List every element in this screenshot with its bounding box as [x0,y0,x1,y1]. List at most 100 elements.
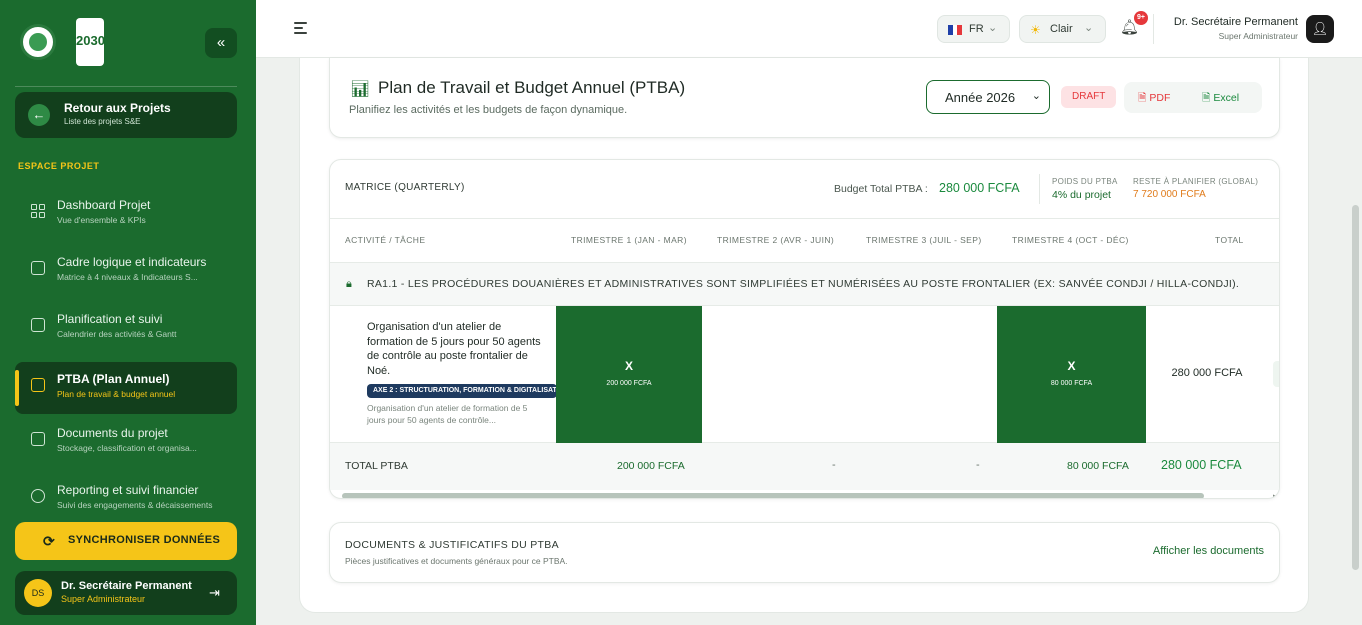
column-header: TRIMESTRE 1 (JAN - MAR) [571,235,687,245]
poids-label: POIDS DU PTBA [1052,177,1118,186]
user-role: Super Administrateur [61,594,146,604]
user-avatar-icon[interactable]: 👤︎ [1306,15,1334,43]
sidebar-item-title: Documents du projet [57,426,168,440]
ptba-header-card: 📊︎ Plan de Travail et Budget Annuel (PTB… [329,58,1280,138]
activity-description: Organisation d'un atelier de formation d… [367,403,528,425]
section-label: ESPACE PROJET [18,161,100,171]
back-to-projects-button[interactable]: ← Retour aux Projets Liste des projets S… [15,92,237,138]
column-header: TRIMESTRE 2 (AVR - JUIN) [717,235,835,245]
back-title: Retour aux Projets [64,101,171,115]
sidebar-item-dashboard[interactable]: Dashboard Projet Vue d'ensemble & KPIs [15,188,237,240]
show-documents-link[interactable]: Afficher les documents [1153,545,1264,557]
sidebar-item-ptba[interactable]: PTBA (Plan Annuel) Plan de travail & bud… [15,362,237,414]
collapse-sidebar-button[interactable]: « [205,28,237,58]
total-q3: - [976,459,980,471]
quarter-cell-q3[interactable] [850,306,997,443]
language-selector[interactable]: FR ⌄ [937,15,1010,43]
menu-icon[interactable] [294,22,307,34]
total-q4: 80 000 FCFA [1067,460,1129,472]
export-pdf-button[interactable]: 🗎︎ PDF [1138,90,1170,108]
total-label: TOTAL PTBA [345,460,408,472]
scroll-right-arrow-icon[interactable]: ▸ [1273,492,1277,498]
vertical-scrollbar[interactable] [1352,205,1359,570]
topbar-user-name: Dr. Secrétaire Permanent [1173,16,1298,28]
column-header: TRIMESTRE 4 (OCT - DÉC) [1012,235,1129,245]
user-name: Dr. Secrétaire Permanent [61,580,192,592]
row-action-edge[interactable] [1273,361,1279,387]
france-flag-icon [948,25,963,35]
horizontal-scrollbar[interactable] [342,493,1204,498]
sidebar-item-title: Planification et suivi [57,312,163,326]
table-header: ACTIVITÉ / TÂCHE TRIMESTRE 1 (JAN - MAR)… [330,218,1279,262]
total-q2: - [832,459,836,471]
matrix-label: MATRICE (QUARTERLY) [345,182,465,193]
activity-title: Organisation d'un atelier de formation d… [367,321,541,377]
sidebar-item-logframe[interactable]: Cadre logique et indicateurs Matrice à 4… [15,245,237,297]
sidebar-item-planning[interactable]: Planification et suivi Calendrier des ac… [15,302,237,354]
sidebar-divider [15,86,237,87]
sidebar: 2030 « ← Retour aux Projets Liste des pr… [0,0,256,625]
sidebar-item-title: Cadre logique et indicateurs [57,255,207,269]
quarter-amount: 80 000 FCFA [1050,380,1093,387]
sidebar-item-subtitle: Plan de travail & budget annuel [57,389,176,399]
quarter-cell-q4[interactable]: X 80 000 FCFA [997,306,1146,443]
total-q1: 200 000 FCFA [617,460,685,472]
documents-card: DOCUMENTS & JUSTIFICATIFS DU PTBA Pièces… [329,522,1280,583]
quarter-cell-q1[interactable]: X 200 000 FCFA [556,306,702,443]
quarter-mark: X [624,359,633,373]
bar-chart-file-icon [31,378,45,392]
sync-data-button[interactable]: ⟳ SYNCHRONISER DONNÉES [15,522,237,560]
chevron-down-icon: ⌄ [1031,90,1041,102]
sidebar-item-subtitle: Vue d'ensemble & KPIs [57,215,146,225]
page-subtitle: Planifiez les activités et les budgets d… [349,104,628,116]
file-icon [31,432,45,446]
documents-subtitle: Pièces justificatives et documents génér… [345,556,568,566]
documents-title: DOCUMENTS & JUSTIFICATIFS DU PTBA [345,539,559,551]
poids-value: 4% du projet [1052,189,1111,201]
quarter-cell-q2[interactable] [702,306,850,443]
clipboard-check-icon [31,261,45,275]
axe-badge: AXE 2 : STRUCTURATION, FORMATION & DIGIT… [367,384,557,398]
sidebar-user-card: DS Dr. Secrétaire Permanent Super Admini… [15,571,237,615]
pdf-label: PDF [1149,92,1171,104]
sidebar-item-documents[interactable]: Documents du projet Stockage, classifica… [15,416,237,468]
chevron-down-icon: ⌄ [1084,22,1094,34]
export-excel-button[interactable]: 🗎︎ Excel [1202,90,1239,108]
back-subtitle: Liste des projets S&E [64,117,141,126]
sidebar-item-reporting[interactable]: Reporting et suivi financier Suivi des e… [15,473,237,513]
column-header: TRIMESTRE 3 (JUIL - SEP) [866,235,982,245]
arrow-left-icon: ← [28,104,50,126]
sidebar-item-title: Reporting et suivi financier [57,483,199,497]
year-select-value: Année 2026 [945,90,1016,105]
calendar-icon [31,318,45,332]
sidebar-item-title: Dashboard Projet [57,198,151,212]
year-select[interactable]: Année 2026 ⌄ [926,80,1050,114]
reste-label: RESTE À PLANIFIER (GLOBAL) [1133,177,1259,186]
bar-chart-icon: 📊︎ [350,81,371,98]
column-header: ACTIVITÉ / TÂCHE [345,235,426,245]
sidebar-item-subtitle: Suivi des engagements & décaissements [57,500,213,510]
grid-icon [31,204,45,218]
topbar: FR ⌄ ☀ Clair ⌄ 🔔︎ 9+ Dr. Secrétaire Perm… [256,0,1362,58]
refresh-icon: ⟳ [43,533,56,549]
sidebar-item-subtitle: Stockage, classification et organisa... [57,443,197,453]
logout-icon[interactable]: ⇥ [209,585,220,601]
quarter-amount: 200 000 FCFA [606,380,652,387]
total-grand: 280 000 FCFA [1161,458,1242,472]
table-row: Organisation d'un atelier de formation d… [330,306,1279,443]
sidebar-item-subtitle: Matrice à 4 niveaux & Indicateurs S... [57,272,198,282]
language-label: FR [969,23,984,35]
sidebar-item-subtitle: Calendrier des activités & Gantt [57,329,177,339]
chevron-down-icon: ⌄ [988,22,998,34]
status-badge: DRAFT [1061,86,1117,108]
excel-label: Excel [1213,92,1240,104]
matrix-card: MATRICE (QUARTERLY) Budget Total PTBA : … [329,159,1280,499]
page-title: Plan de Travail et Budget Annuel (PTBA) [378,78,686,97]
sync-label: SYNCHRONISER DONNÉES [68,534,221,546]
row-total: 280 000 FCFA [1171,367,1243,379]
quarter-mark: X [1067,359,1076,373]
theme-selector[interactable]: ☀ Clair ⌄ [1019,15,1106,43]
result-group-row[interactable]: 🔒︎ RA1.1 - LES PROCÉDURES DOUANIÈRES ET … [330,262,1279,306]
organization-logo [20,24,56,60]
stats-divider [1039,174,1040,204]
